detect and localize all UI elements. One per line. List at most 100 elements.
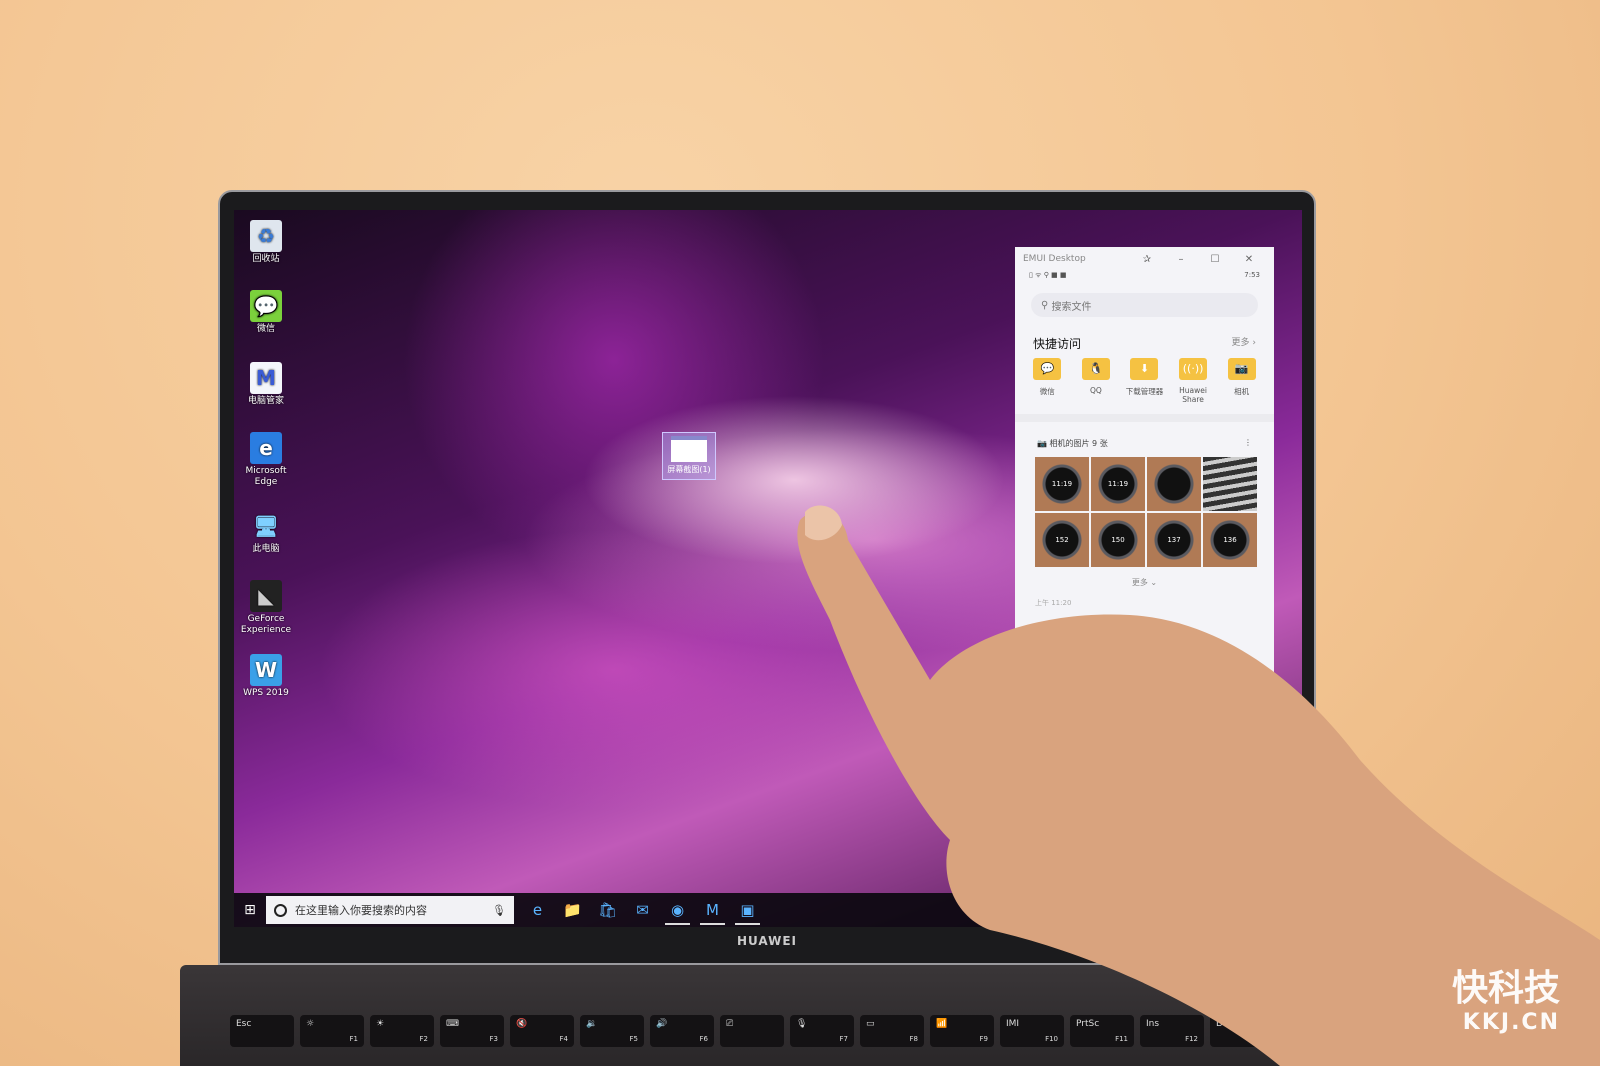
quick-access-item[interactable]: 🐧 QQ bbox=[1073, 358, 1119, 404]
taskbar-search-box[interactable]: 在这里输入你要搜索的内容 🎙 bbox=[266, 896, 514, 924]
folder-icon: 💬 bbox=[1033, 358, 1062, 380]
key-label: IMI bbox=[1006, 1019, 1020, 1029]
key-fn-label: F2 bbox=[419, 1035, 428, 1043]
key-label: PrtSc bbox=[1076, 1019, 1100, 1029]
quick-access-title: 快捷访问 bbox=[1033, 337, 1082, 351]
watermark-cn: 快科技 bbox=[1451, 968, 1560, 1009]
photo-thumbnail[interactable]: 137 bbox=[1147, 513, 1201, 567]
quick-access-label: QQ bbox=[1089, 386, 1102, 395]
key-fn-label: F5 bbox=[629, 1035, 638, 1043]
chrome-icon[interactable]: ◉ bbox=[660, 893, 695, 927]
key-label: 🔊 bbox=[656, 1019, 668, 1029]
desktop-icon[interactable]: ♻ 回收站 bbox=[238, 220, 294, 265]
quick-access-label: 相机 bbox=[1234, 387, 1250, 396]
key-fn-label: F6 bbox=[699, 1035, 708, 1043]
keyboard-key[interactable]: IMI F10 bbox=[1000, 1015, 1064, 1047]
desktop-icon-label: 回收站 bbox=[252, 254, 280, 264]
keyboard-key[interactable]: Del bbox=[1210, 1015, 1274, 1047]
keyboard-key[interactable]: 🔊 F6 bbox=[650, 1015, 714, 1047]
photo-thumbnail[interactable] bbox=[1147, 457, 1201, 511]
desktop-icon[interactable]: e Microsoft Edge bbox=[238, 432, 294, 488]
keyboard-key[interactable]: ⌨ F3 bbox=[440, 1015, 504, 1047]
photo-thumbnail[interactable]: 136 bbox=[1203, 513, 1257, 567]
photo-thumbnail[interactable] bbox=[1203, 457, 1257, 511]
key-fn-label: F11 bbox=[1115, 1035, 1128, 1043]
desktop-icon[interactable]: W WPS 2019 bbox=[238, 654, 294, 699]
emui-desktop-icon[interactable]: ▣ bbox=[730, 893, 765, 927]
mail-icon[interactable]: ✉ bbox=[625, 893, 660, 927]
more-options-icon[interactable]: ⋮ bbox=[1244, 438, 1252, 449]
keyboard-key[interactable]: ☀ F2 bbox=[370, 1015, 434, 1047]
camera-icon: 📷 bbox=[1037, 439, 1050, 448]
keyboard-key[interactable]: 🔇 F4 bbox=[510, 1015, 574, 1047]
edge-icon: e bbox=[250, 432, 282, 464]
quick-access-item[interactable]: 💬 微信 bbox=[1024, 358, 1070, 404]
desktop-icon[interactable]: ◣ GeForce Experience bbox=[238, 580, 294, 636]
quick-access-item[interactable]: ((·)) Huawei Share bbox=[1170, 358, 1216, 404]
desktop-icon[interactable]: 🖥 此电脑 bbox=[238, 510, 294, 555]
keyboard-key[interactable]: PrtSc F11 bbox=[1070, 1015, 1134, 1047]
desktop-icon-label: Microsoft Edge bbox=[245, 466, 287, 487]
key-label: ☼ bbox=[306, 1019, 315, 1029]
recycle-bin-icon: ♻ bbox=[250, 220, 282, 252]
microphone-icon[interactable]: 🎙 bbox=[492, 904, 506, 917]
desktop-icon-label: 电脑管家 bbox=[247, 396, 284, 406]
maximize-button[interactable]: ☐ bbox=[1198, 254, 1232, 265]
laptop-bezel: ♻ 回收站 💬 微信 M 电脑管家 e Microsoft Edge 🖥 此电脑 ◣ GeForce … bbox=[218, 190, 1316, 965]
quick-access-item[interactable]: 📷 相机 bbox=[1219, 358, 1265, 404]
keyboard-key[interactable]: 📶 F9 bbox=[930, 1015, 994, 1047]
desktop-icon-label: 微信 bbox=[256, 324, 275, 334]
desktop-icon[interactable]: 💬 微信 bbox=[238, 290, 294, 335]
search-icon: ⚲ bbox=[1041, 299, 1052, 311]
phone-status-bar: ▯ ᯤ ⚲ ■ ■ 7:53 bbox=[1015, 271, 1274, 285]
keyboard-key[interactable]: Ins F12 bbox=[1140, 1015, 1204, 1047]
edge-icon[interactable]: e bbox=[520, 893, 555, 927]
status-time: 7:53 bbox=[1244, 271, 1260, 279]
key-fn-label: F10 bbox=[1045, 1035, 1058, 1043]
windows-start-button[interactable]: ⊞ bbox=[234, 902, 266, 918]
keyboard-key[interactable]: ☼ F1 bbox=[300, 1015, 364, 1047]
quick-more-link[interactable]: 更多 › bbox=[1232, 335, 1256, 352]
folder-icon: 🐧 bbox=[1081, 358, 1110, 380]
status-icons: ▯ ᯤ ⚲ ■ ■ bbox=[1029, 271, 1067, 279]
dragged-file-icon[interactable]: 屏幕截图(1) bbox=[662, 432, 716, 480]
keyboard-key[interactable]: 🔉 F5 bbox=[580, 1015, 644, 1047]
key-label: 🔉 bbox=[586, 1019, 598, 1029]
key-label: ⎚ bbox=[726, 1019, 734, 1029]
photos-more-link[interactable]: 更多 ⌄ bbox=[1015, 567, 1274, 598]
keyboard-key[interactable]: Esc bbox=[230, 1015, 294, 1047]
watermark-en: KKJ.CN bbox=[1462, 1010, 1560, 1035]
quick-access-label: 微信 bbox=[1039, 387, 1055, 396]
desktop-icon[interactable]: M 电脑管家 bbox=[238, 362, 294, 407]
folder-icon: ⬇ bbox=[1130, 358, 1159, 380]
file-thumbnail bbox=[671, 436, 707, 462]
photo-thumbnail[interactable]: 150 bbox=[1091, 513, 1145, 567]
key-label: Ins bbox=[1146, 1019, 1160, 1029]
key-label: 📶 bbox=[936, 1019, 948, 1029]
desktop-icon-label: 此电脑 bbox=[252, 544, 280, 554]
emui-desktop-window: EMUI Desktop ✰ – ☐ ✕ ▯ ᯤ ⚲ ■ ■ 7:53 ⚲ 搜索文… bbox=[1015, 247, 1274, 717]
file-explorer-icon[interactable]: 📁 bbox=[555, 893, 590, 927]
key-fn-label: F12 bbox=[1185, 1035, 1198, 1043]
keyboard-key[interactable]: 🎙 F7 bbox=[790, 1015, 854, 1047]
keyboard-key[interactable]: ▭ F8 bbox=[860, 1015, 924, 1047]
key-label: ▭ bbox=[866, 1019, 875, 1029]
key-fn-label: F8 bbox=[909, 1035, 918, 1043]
photo-thumbnail[interactable]: 11:19 bbox=[1035, 457, 1089, 511]
file-search-input[interactable]: ⚲ 搜索文件 bbox=[1031, 293, 1258, 317]
minimize-button[interactable]: – bbox=[1164, 254, 1198, 265]
key-fn-label: F4 bbox=[559, 1035, 568, 1043]
quick-access-item[interactable]: ⬇ 下载管理器 bbox=[1121, 358, 1167, 404]
photo-thumbnail[interactable]: 152 bbox=[1035, 513, 1089, 567]
desktop-icon-label: WPS 2019 bbox=[243, 688, 289, 698]
folder-icon: ((·)) bbox=[1179, 358, 1208, 380]
pc-manager-icon[interactable]: M bbox=[695, 893, 730, 927]
keyboard-key[interactable]: ⎚ bbox=[720, 1015, 784, 1047]
keyboard: Esc ☼ F1 ☀ F2 ⌨ F3 🔇 F4 🔉 F5 🔊 F6 ⎚ 🎙 F7 ▭ F8 📶 F9 IMI F10 Prt… bbox=[180, 965, 1310, 1066]
close-button[interactable]: ✕ bbox=[1232, 254, 1266, 265]
timestamp: 上午 11:20 bbox=[1035, 599, 1072, 607]
search-placeholder: 在这里输入你要搜索的内容 bbox=[295, 904, 427, 917]
pin-icon[interactable]: ✰ bbox=[1130, 254, 1164, 265]
photo-thumbnail[interactable]: 11:19 bbox=[1091, 457, 1145, 511]
store-icon[interactable]: 🛍 bbox=[590, 893, 625, 927]
